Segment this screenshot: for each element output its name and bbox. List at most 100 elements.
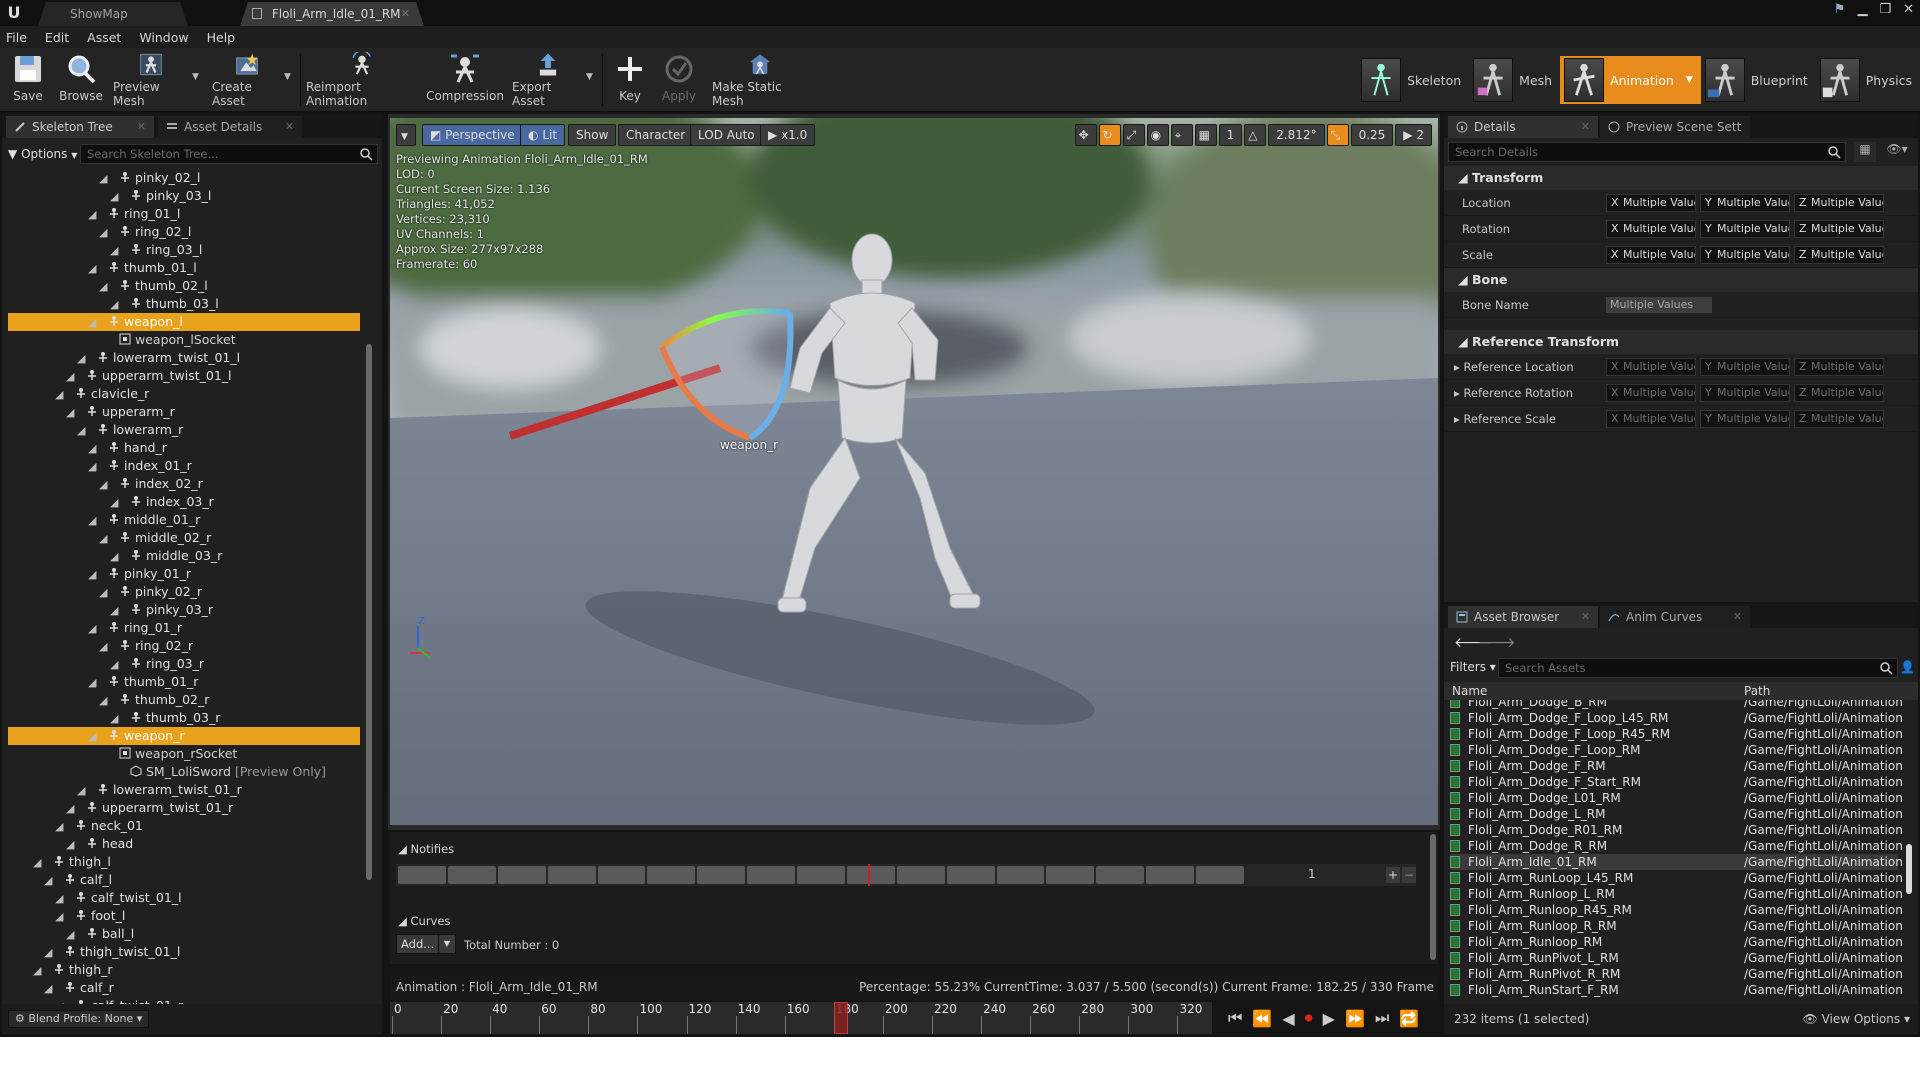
expand-arrow-icon[interactable]: ◢ [99, 476, 119, 494]
reimport-animation-button[interactable]: Reimport Animation [306, 52, 418, 108]
tree-item-bone[interactable]: ◢ ball_l [8, 925, 360, 943]
timeline-playhead[interactable] [834, 1002, 849, 1034]
tree-item-bone[interactable]: ◢ pinky_03_r [8, 601, 360, 619]
notify-cell[interactable] [996, 866, 1045, 884]
expand-arrow-icon[interactable]: ◢ [110, 296, 130, 314]
viewport-options-dropdown[interactable]: ▼ [396, 124, 416, 146]
menu-edit[interactable]: Edit [45, 30, 69, 45]
expand-arrow-icon[interactable]: ◢ [55, 386, 75, 404]
view-options-eye-icon[interactable]: 👁▾ [1880, 142, 1914, 162]
tree-item-bone[interactable]: ◢ head [8, 835, 360, 853]
expand-arrow-icon[interactable]: ◢ [66, 926, 86, 944]
tree-item-bone[interactable]: ◢ index_03_r [8, 493, 360, 511]
options-dropdown[interactable]: ▼ Options ▼ [8, 144, 80, 164]
expand-arrow-icon[interactable]: ◢ [99, 170, 119, 188]
chevron-down-icon[interactable]: ▼ [1686, 75, 1693, 85]
expand-arrow-icon[interactable]: ◢ [88, 314, 108, 332]
notify-cell[interactable] [547, 866, 596, 884]
asset-row[interactable]: Floli_Arm_Dodge_F_RM/Game/FightLoli/Anim… [1450, 758, 1903, 774]
compression-button[interactable]: Compression [426, 52, 504, 108]
asset-row[interactable]: Floli_Arm_Dodge_L_RM/Game/FightLoli/Anim… [1450, 806, 1903, 822]
close-tab-icon[interactable]: ✕ [137, 116, 146, 138]
y-value-field[interactable]: Y Multiple Values [1700, 246, 1790, 264]
expand-arrow-icon[interactable]: ◢ [88, 620, 108, 638]
column-path[interactable]: Path [1744, 684, 1770, 698]
skip-to-start-icon[interactable]: ⏮ [1228, 1008, 1242, 1028]
expand-arrow-icon[interactable]: ◢ [110, 188, 130, 206]
asset-row[interactable]: Floli_Arm_Dodge_F_Start_RM/Game/FightLol… [1450, 774, 1903, 790]
close-tab-icon[interactable]: ✕ [1733, 606, 1742, 628]
expand-arrow-icon[interactable]: ◢ [44, 872, 64, 890]
step-forward-icon[interactable]: ⏩ [1345, 1009, 1365, 1028]
surface-snap-icon[interactable]: ⌖ [1170, 124, 1193, 146]
asset-row[interactable]: Floli_Arm_Dodge_L01_RM/Game/FightLoli/An… [1450, 790, 1903, 806]
x-value-field[interactable]: X Multiple Values [1606, 194, 1696, 212]
expand-arrow-icon[interactable]: ◢ [66, 800, 86, 818]
playback-speed-dropdown[interactable]: ▶ x1.0 [760, 124, 816, 146]
expand-arrow-icon[interactable]: ◢ [99, 530, 119, 548]
tree-item-bone[interactable]: ◢ pinky_02_l [8, 169, 360, 187]
y-value-field[interactable]: Y Multiple Values [1700, 220, 1790, 238]
bone-category[interactable]: ◢ Bone [1444, 268, 1918, 292]
tree-item-bone[interactable]: ◢ middle_01_r [8, 511, 360, 529]
add-track-button[interactable]: + [1386, 867, 1400, 883]
expand-arrow-icon[interactable]: ◢ [33, 962, 53, 980]
expand-arrow-icon[interactable]: ◢ [44, 980, 64, 998]
column-name[interactable]: Name [1452, 684, 1487, 698]
tree-item-bone[interactable]: ◢ calf_twist_01_l [8, 889, 360, 907]
translate-tool-icon[interactable]: ✥ [1074, 124, 1097, 146]
asset-row[interactable]: Floli_Arm_Dodge_F_Loop_RM/Game/FightLoli… [1450, 742, 1903, 758]
tab-details[interactable]: Details ✕ [1448, 116, 1598, 138]
loop-icon[interactable]: 🔁 [1399, 1009, 1419, 1028]
lit-dropdown[interactable]: ◐ Lit [520, 124, 566, 146]
asset-row[interactable]: Floli_Arm_RunLoop_L45_RM/Game/FightLoli/… [1450, 870, 1903, 886]
expand-arrow-icon[interactable]: ◢ [110, 494, 130, 512]
tree-item-bone[interactable]: ◢ weapon_l [8, 313, 360, 331]
notify-cell[interactable] [1046, 866, 1095, 884]
expand-arrow-icon[interactable]: ◢ [99, 584, 119, 602]
notify-cell[interactable] [846, 866, 895, 884]
mode-blueprint[interactable]: Blueprint [1701, 56, 1816, 104]
make-static-mesh-button[interactable]: Make Static Mesh [712, 52, 808, 108]
step-back-icon[interactable]: ⏪ [1252, 1009, 1272, 1028]
tree-item-bone[interactable]: ◢ ring_02_r [8, 637, 360, 655]
notify-cell[interactable] [697, 866, 746, 884]
z-value-field[interactable]: Z Multiple Values [1794, 220, 1884, 238]
scale-snap-icon[interactable]: ⤡ [1326, 124, 1349, 146]
tree-item-bone[interactable]: ◢ neck_01 [8, 817, 360, 835]
lod-dropdown[interactable]: LOD Auto [690, 124, 763, 146]
user-icon[interactable]: 👤 [1900, 660, 1915, 674]
tree-item-bone[interactable]: ◢ upperarm_r [8, 403, 360, 421]
tree-item-bone[interactable]: ◢ foot_l [8, 907, 360, 925]
property-label-group[interactable]: ▸ Reference Rotation [1454, 386, 1573, 400]
asset-search-input[interactable]: Search Assets [1498, 658, 1898, 678]
tree-item-bone[interactable]: ◢ ring_02_l [8, 223, 360, 241]
expand-arrow-icon[interactable]: ◢ [99, 638, 119, 656]
expand-arrow-icon[interactable]: ◢ [88, 260, 108, 278]
close-tab-icon[interactable]: ✕ [285, 116, 294, 138]
z-value-field[interactable]: Z Multiple Values [1794, 194, 1884, 212]
menu-file[interactable]: File [6, 30, 27, 45]
tree-item-bone[interactable]: ◢ ring_03_l [8, 241, 360, 259]
expand-arrow-icon[interactable]: ◢ [99, 278, 119, 296]
chevron-down-icon[interactable]: ▼ [438, 934, 456, 954]
reference-transform-category[interactable]: ◢ Reference Transform [1444, 330, 1918, 354]
expand-arrow-icon[interactable]: ◢ [110, 710, 130, 728]
tree-item-bone[interactable]: ◢ thumb_03_l [8, 295, 360, 313]
tab-skeleton-tree[interactable]: Skeleton Tree ✕ [6, 116, 154, 138]
create-asset-button[interactable]: Create Asset [212, 52, 282, 108]
remove-track-button[interactable]: − [1402, 867, 1416, 883]
notify-track[interactable]: 1 + − [396, 864, 1416, 886]
x-value-field[interactable]: X Multiple Values [1606, 220, 1696, 238]
expand-arrow-icon[interactable]: ◢ [88, 440, 108, 458]
chevron-down-icon[interactable]: ▼ [586, 72, 593, 82]
expand-arrow-icon[interactable]: ◢ [88, 674, 108, 692]
export-asset-button[interactable]: Export Asset [512, 52, 584, 108]
expand-arrow-icon[interactable]: ◢ [77, 350, 97, 368]
notify-cell[interactable] [497, 866, 546, 884]
asset-row[interactable]: Floli_Arm_Dodge_R_RM/Game/FightLoli/Anim… [1450, 838, 1903, 854]
tree-item-bone[interactable]: ◢ index_02_r [8, 475, 360, 493]
tree-item-bone[interactable]: ◢ calf_r [8, 979, 360, 997]
tree-item-bone[interactable]: ◢ thumb_01_l [8, 259, 360, 277]
tree-item-bone[interactable]: ◢ pinky_02_r [8, 583, 360, 601]
